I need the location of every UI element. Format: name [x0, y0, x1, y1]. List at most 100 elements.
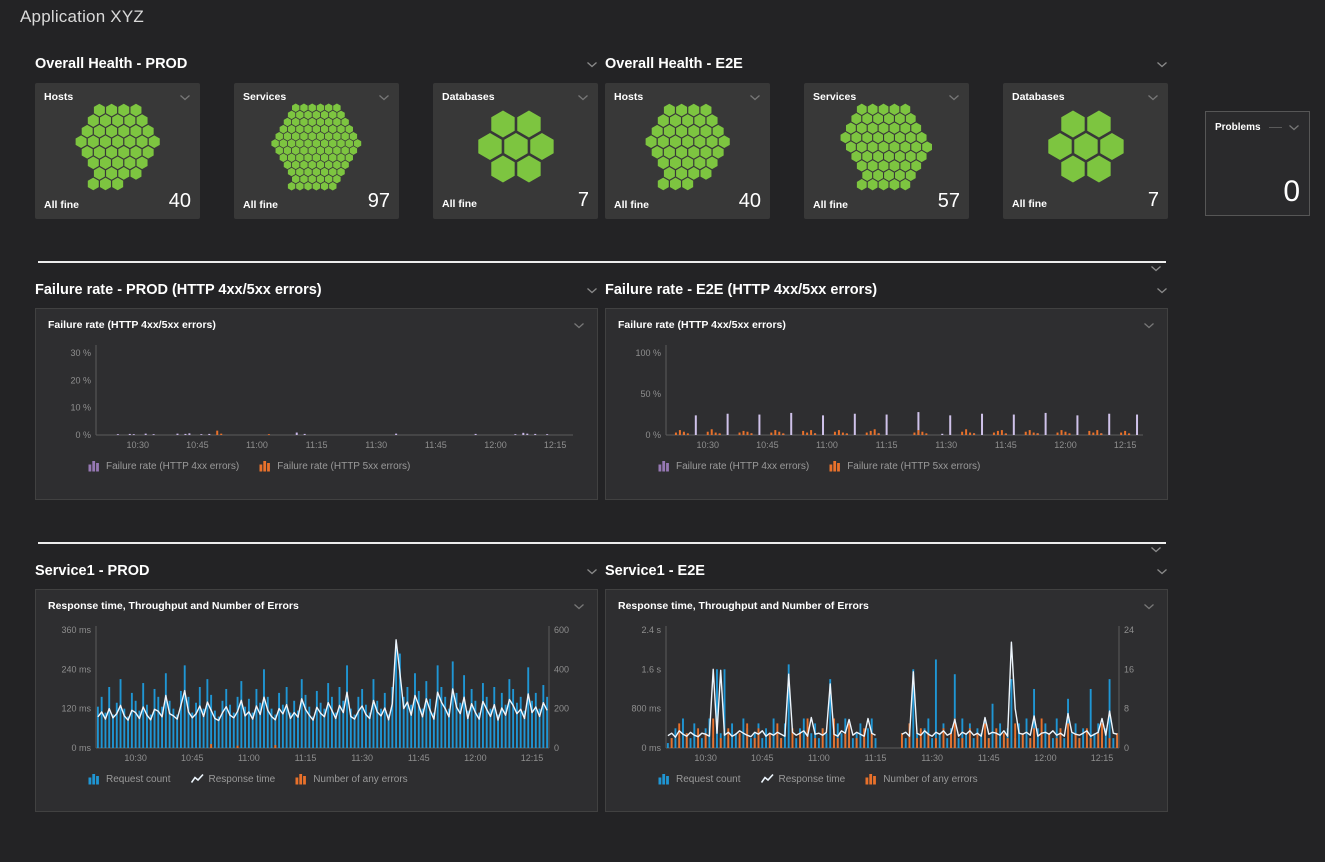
health-tile-hosts-prod[interactable]: Hosts All fine 40: [35, 83, 200, 219]
chevron-down-icon[interactable]: [378, 94, 390, 101]
legend-label: Request count: [106, 774, 171, 785]
legend-item[interactable]: Number of any errors: [295, 773, 407, 785]
tile-title: Problems: [1215, 122, 1261, 133]
chart-title: Response time, Throughput and Number of …: [618, 600, 869, 612]
svg-text:11:30: 11:30: [921, 753, 943, 763]
chart-legend: Request count Response time Number of any …: [48, 773, 585, 785]
honeycomb-chart: [44, 103, 191, 191]
legend-item[interactable]: Failure rate (HTTP 5xx errors): [829, 460, 980, 472]
honeycomb-chart: [243, 103, 390, 191]
section-header-failure-prod: Failure rate - PROD (HTTP 4xx/5xx errors…: [35, 281, 598, 299]
section-title: Failure rate - PROD (HTTP 4xx/5xx errors…: [35, 282, 322, 298]
chart-legend: Failure rate (HTTP 4xx errors) Failure ra…: [48, 460, 585, 472]
chevron-down-icon[interactable]: [1150, 265, 1162, 272]
legend-item[interactable]: Response time: [761, 773, 846, 785]
svg-text:24: 24: [1124, 625, 1134, 635]
chart-card-service-e2e[interactable]: Response time, Throughput and Number of …: [605, 589, 1168, 812]
honeycomb-chart: [442, 103, 589, 190]
legend-label: Number of any errors: [883, 774, 977, 785]
legend-item[interactable]: Failure rate (HTTP 5xx errors): [259, 460, 410, 472]
service-chart-e2e[interactable]: 2.4 s1.6 s800 ms0 ms24168010:3010:4511:0…: [618, 616, 1155, 766]
legend-item[interactable]: Failure rate (HTTP 4xx errors): [658, 460, 809, 472]
svg-text:8: 8: [1124, 704, 1129, 714]
chevron-down-icon[interactable]: [577, 94, 589, 101]
section-header-failure-e2e: Failure rate - E2E (HTTP 4xx/5xx errors): [605, 281, 1168, 299]
section-header-service-e2e: Service1 - E2E: [605, 562, 1168, 580]
tile-title: Services: [243, 91, 286, 103]
entity-count: 40: [739, 191, 761, 211]
chart-title: Failure rate (HTTP 4xx/5xx errors): [618, 319, 786, 331]
chart-title: Response time, Throughput and Number of …: [48, 600, 299, 612]
failure-rate-chart-prod[interactable]: 30 %20 %10 %0 %10:3010:4511:0011:1511:30…: [48, 335, 585, 453]
svg-text:600: 600: [554, 625, 569, 635]
bar-series-icon: [88, 460, 101, 472]
chevron-down-icon[interactable]: [573, 603, 585, 610]
service-chart-prod[interactable]: 360 ms240 ms120 ms0 ms600400200010:3010:…: [48, 616, 585, 766]
chevron-down-icon[interactable]: [179, 94, 191, 101]
svg-text:0: 0: [554, 743, 559, 753]
tile-title: Hosts: [44, 91, 73, 103]
chart-title: Failure rate (HTTP 4xx/5xx errors): [48, 319, 216, 331]
svg-text:12:15: 12:15: [544, 440, 567, 450]
chevron-down-icon[interactable]: [586, 287, 598, 294]
health-tile-databases-e2e[interactable]: Databases All fine 7: [1003, 83, 1168, 219]
health-tile-hosts-e2e[interactable]: Hosts All fine 40: [605, 83, 770, 219]
honeycomb-chart: [1012, 103, 1159, 190]
problems-tile[interactable]: Problems 0: [1205, 111, 1310, 216]
svg-text:0 %: 0 %: [75, 430, 91, 440]
status-label: All fine: [813, 199, 848, 211]
failure-rate-chart-e2e[interactable]: 100 %50 %0 %10:3010:4511:0011:1511:3011:…: [618, 335, 1155, 453]
svg-text:11:00: 11:00: [816, 440, 838, 450]
section-title: Overall Health - E2E: [605, 56, 743, 72]
legend-item[interactable]: Failure rate (HTTP 4xx errors): [88, 460, 239, 472]
chevron-down-icon[interactable]: [1147, 94, 1159, 101]
honeycomb-svg: [1047, 109, 1125, 184]
chevron-down-icon[interactable]: [573, 322, 585, 329]
chevron-down-icon[interactable]: [586, 568, 598, 575]
health-tiles-e2e: Hosts All fine 40 Services All fine 57 D…: [605, 83, 1168, 219]
status-label: All fine: [1012, 198, 1047, 210]
chevron-down-icon[interactable]: [1143, 322, 1155, 329]
chevron-down-icon[interactable]: [1150, 546, 1162, 553]
svg-text:11:30: 11:30: [351, 753, 373, 763]
chevron-down-icon[interactable]: [1156, 61, 1168, 68]
legend-item[interactable]: Number of any errors: [865, 773, 977, 785]
legend-label: Number of any errors: [313, 774, 407, 785]
svg-text:400: 400: [554, 664, 569, 674]
chevron-down-icon[interactable]: [1156, 287, 1168, 294]
legend-label: Failure rate (HTTP 5xx errors): [277, 461, 410, 472]
legend-item[interactable]: Response time: [191, 773, 276, 785]
health-tile-databases-prod[interactable]: Databases All fine 7: [433, 83, 598, 219]
chevron-down-icon[interactable]: [1143, 603, 1155, 610]
entity-count: 97: [368, 191, 390, 211]
chevron-down-icon[interactable]: [1156, 568, 1168, 575]
tile-title: Databases: [442, 91, 495, 103]
svg-text:360 ms: 360 ms: [61, 625, 91, 635]
bar-series-icon: [259, 460, 272, 472]
status-label: All fine: [442, 198, 477, 210]
svg-text:11:00: 11:00: [808, 753, 830, 763]
chevron-down-icon[interactable]: [749, 94, 761, 101]
svg-text:11:00: 11:00: [246, 440, 268, 450]
svg-text:240 ms: 240 ms: [61, 664, 91, 674]
chevron-down-icon[interactable]: [1288, 124, 1300, 131]
chart-card-failure-prod[interactable]: Failure rate (HTTP 4xx/5xx errors) 30 %2…: [35, 308, 598, 500]
status-label: All fine: [44, 199, 79, 211]
svg-text:12:00: 12:00: [1054, 440, 1077, 450]
legend-item[interactable]: Request count: [88, 773, 171, 785]
chevron-down-icon[interactable]: [948, 94, 960, 101]
section-header-health-e2e: Overall Health - E2E: [605, 55, 1168, 73]
legend-item[interactable]: Request count: [658, 773, 741, 785]
svg-text:12:15: 12:15: [1091, 753, 1114, 763]
chart-card-service-prod[interactable]: Response time, Throughput and Number of …: [35, 589, 598, 812]
section-title: Failure rate - E2E (HTTP 4xx/5xx errors): [605, 282, 877, 298]
svg-text:20 %: 20 %: [70, 375, 91, 385]
honeycomb-chart: [614, 103, 761, 191]
health-tile-services-e2e[interactable]: Services All fine 57: [804, 83, 969, 219]
chevron-down-icon[interactable]: [586, 61, 598, 68]
chart-card-failure-e2e[interactable]: Failure rate (HTTP 4xx/5xx errors) 100 %…: [605, 308, 1168, 500]
health-tile-services-prod[interactable]: Services All fine 97: [234, 83, 399, 219]
svg-text:11:30: 11:30: [365, 440, 387, 450]
svg-text:11:30: 11:30: [935, 440, 957, 450]
tile-title: Databases: [1012, 91, 1065, 103]
